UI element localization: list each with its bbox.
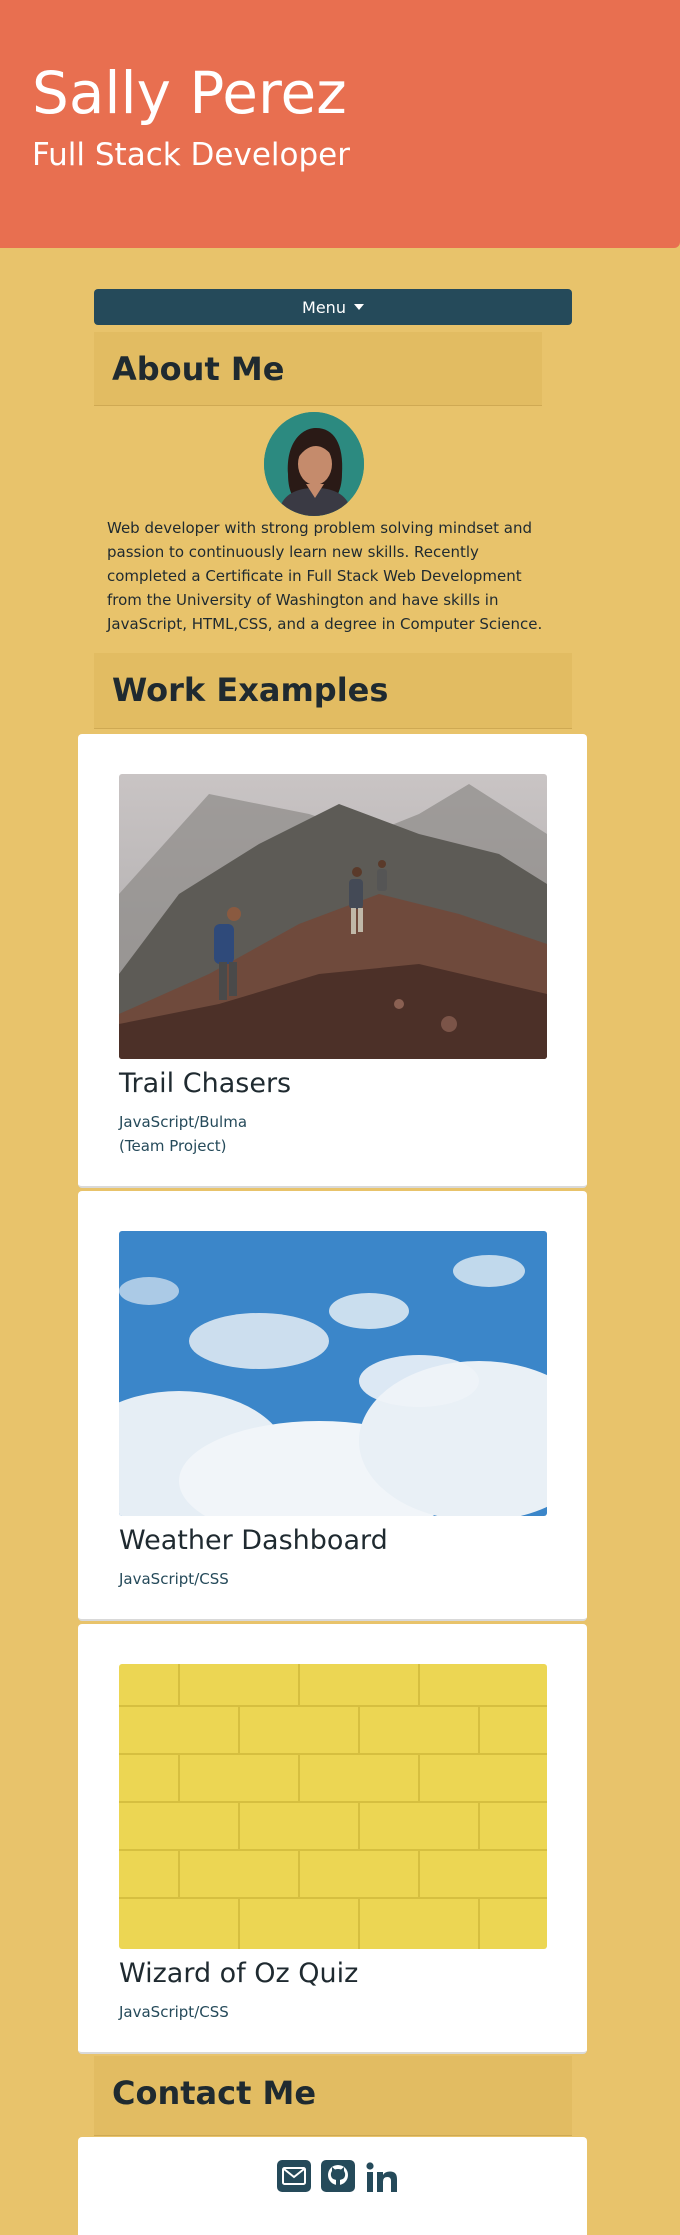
project-note: (Team Project) [119,1137,227,1155]
github-icon[interactable] [320,2157,356,2195]
project-tech-stack: JavaScript/CSS [119,1570,229,1588]
project-title: Weather Dashboard [119,1525,388,1556]
project-tech: JavaScript/CSS [119,1567,229,1591]
contact-heading: Contact Me [94,2056,572,2136]
project-title: Wizard of Oz Quiz [119,1958,359,1989]
site-owner-name: Sally Perez [32,59,347,127]
menu-label: Menu [302,297,346,317]
project-tech: JavaScript/Bulma (Team Project) [119,1110,247,1158]
project-card-wizard-of-oz-quiz[interactable]: Wizard of Oz Quiz JavaScript/CSS [78,1624,587,2054]
project-card-trail-chasers[interactable]: Trail Chasers JavaScript/Bulma (Team Pro… [78,734,587,1188]
project-image-hikers[interactable] [119,774,547,1059]
avatar [264,412,364,516]
page-header: Sally Perez Full Stack Developer [0,0,680,248]
project-tech-stack: JavaScript/Bulma [119,1113,248,1131]
envelope-icon[interactable] [276,2157,312,2195]
project-title: Trail Chasers [119,1068,292,1099]
project-card-weather-dashboard[interactable]: Weather Dashboard JavaScript/CSS [78,1191,587,1621]
work-heading: Work Examples [94,653,572,729]
caret-down-icon [353,304,364,310]
project-image-clouds[interactable] [119,1231,547,1516]
contact-card [78,2137,587,2235]
project-tech-stack: JavaScript/CSS [119,2003,229,2021]
menu-dropdown-button[interactable]: Menu [94,289,572,325]
site-owner-role: Full Stack Developer [32,137,350,173]
about-heading: About Me [94,332,542,406]
about-bio: Web developer with strong problem solvin… [107,519,543,633]
contact-icon-row [276,2157,400,2195]
linkedin-icon[interactable] [364,2157,400,2195]
project-image-yellow-bricks[interactable] [119,1664,547,1949]
project-tech: JavaScript/CSS [119,2000,229,2024]
